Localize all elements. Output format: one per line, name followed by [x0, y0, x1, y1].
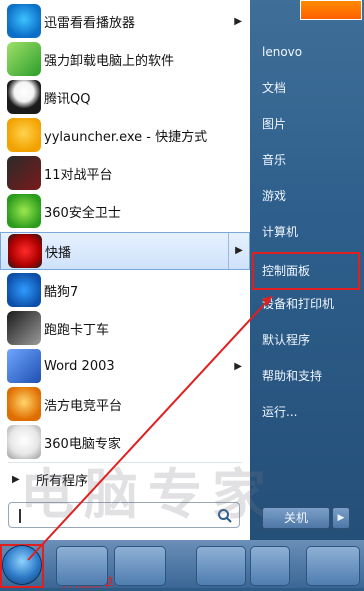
submenu-arrow-icon[interactable]: ▶	[228, 233, 249, 269]
program-item-haofang[interactable]: 浩方电竞平台	[0, 385, 250, 423]
submenu-arrow-icon[interactable]: ▶	[234, 16, 242, 27]
uninstall-icon	[7, 42, 41, 76]
program-item-xunlei-kankan[interactable]: 迅雷看看播放器 ▶	[0, 2, 250, 40]
right-item-pictures[interactable]: 图片	[262, 110, 362, 138]
right-item-label: lenovo	[262, 45, 303, 59]
right-item-label: 计算机	[262, 225, 299, 239]
right-item-lenovo[interactable]: lenovo	[262, 38, 362, 66]
submenu-arrow-icon[interactable]: ▶	[234, 361, 242, 372]
right-item-run[interactable]: 运行...	[262, 398, 362, 426]
taskbar-button-2[interactable]	[114, 546, 166, 586]
program-item-kugou[interactable]: 酷狗7	[0, 271, 250, 309]
kartrider-icon	[7, 311, 41, 345]
program-label: 酷狗7	[44, 284, 79, 300]
right-item-label: 控制面板	[262, 264, 311, 278]
program-label: Word 2003	[44, 358, 115, 374]
right-item-label: 默认程序	[262, 333, 311, 347]
shutdown-options-arrow-icon[interactable]: ▶	[332, 507, 350, 529]
right-item-label: 运行...	[262, 405, 298, 419]
right-item-games[interactable]: 游戏	[262, 182, 362, 210]
360-safe-icon	[7, 194, 41, 228]
program-item-360-safe[interactable]: 360安全卫士	[0, 192, 250, 230]
right-item-documents[interactable]: 文档	[262, 74, 362, 102]
right-item-label: 音乐	[262, 153, 287, 167]
program-label: 腾讯QQ	[44, 91, 91, 107]
program-item-11-battle[interactable]: 11对战平台	[0, 154, 250, 192]
program-label: 浩方电竞平台	[44, 398, 123, 414]
taskbar-word-button[interactable]	[250, 546, 290, 586]
program-item-yylauncher[interactable]: yylauncher.exe - 快捷方式	[0, 116, 250, 154]
program-item-kartrider[interactable]: 跑跑卡丁车	[0, 309, 250, 347]
right-item-control-panel[interactable]: 控制面板	[262, 257, 362, 285]
right-item-default-programs[interactable]: 默认程序	[262, 326, 362, 354]
watermark: 电脑专家	[20, 463, 276, 526]
program-label: 迅雷看看播放器	[44, 15, 136, 31]
right-item-computer[interactable]: 计算机	[262, 218, 362, 246]
right-item-label: 帮助和支持	[262, 369, 323, 383]
program-label: yylauncher.exe - 快捷方式	[44, 129, 208, 145]
program-item-kuaibo[interactable]: 快播 ▶	[0, 232, 250, 270]
program-label: 360安全卫士	[44, 205, 121, 221]
xunlei-kankan-icon	[7, 4, 41, 38]
right-item-label: 游戏	[262, 189, 287, 203]
user-picture[interactable]	[300, 0, 362, 20]
program-item-word-2003[interactable]: Word 2003 ▶	[0, 347, 250, 385]
word-icon	[7, 349, 41, 383]
program-item-uninstall[interactable]: 强力卸载电脑上的软件	[0, 40, 250, 78]
right-item-music[interactable]: 音乐	[262, 146, 362, 174]
program-label: 360电脑专家	[44, 436, 121, 452]
start-button[interactable]	[3, 546, 41, 584]
right-item-label: 图片	[262, 117, 287, 131]
program-label: 11对战平台	[44, 167, 113, 183]
right-item-label: 设备和打印机	[262, 297, 335, 311]
right-item-label: 文档	[262, 81, 287, 95]
taskbar-button-4[interactable]	[306, 546, 360, 586]
battle-platform-icon	[7, 156, 41, 190]
kugou-icon	[7, 273, 41, 307]
right-item-help-support[interactable]: 帮助和支持	[262, 362, 362, 390]
program-label: 跑跑卡丁车	[44, 322, 110, 338]
qq-penguin-icon	[7, 80, 41, 114]
program-label: 快播	[45, 245, 72, 261]
all-programs-arrow-icon: ▶	[12, 473, 20, 485]
taskbar-button-3[interactable]	[196, 546, 246, 586]
haofang-icon	[7, 387, 41, 421]
program-item-qq[interactable]: 腾讯QQ	[0, 78, 250, 116]
kuaibo-icon	[8, 234, 42, 268]
program-label: 强力卸载电脑上的软件	[44, 53, 175, 69]
right-item-devices-printers[interactable]: 设备和打印机	[262, 290, 362, 318]
taskbar-button-1[interactable]	[56, 546, 108, 586]
yy-launcher-icon	[7, 118, 41, 152]
